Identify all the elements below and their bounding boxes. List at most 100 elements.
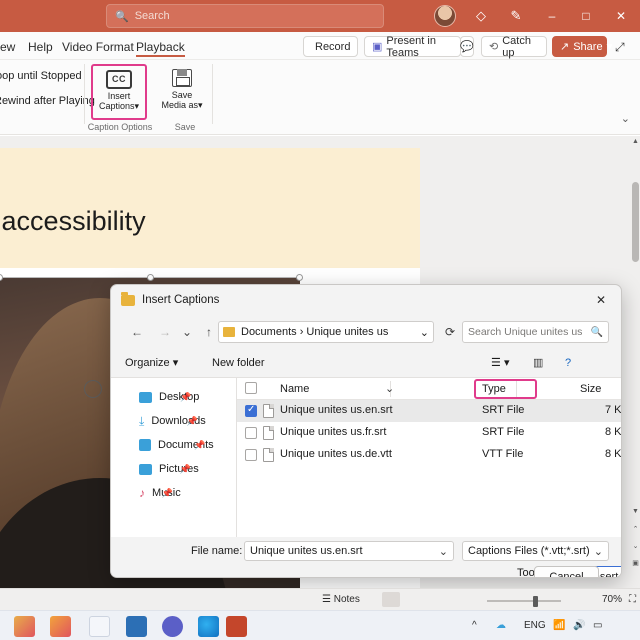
chat-icon[interactable] — [162, 616, 183, 637]
pin-icon[interactable]: 📌 — [162, 488, 173, 499]
present-in-teams-button[interactable]: ▣ Present in Teams — [364, 36, 461, 57]
organize-button[interactable]: Organize ▾ — [125, 354, 178, 372]
search-input[interactable]: 🔍 Search — [106, 4, 384, 28]
column-header-name[interactable]: Name — [280, 382, 309, 396]
file-name: Unique unites us.fr.srt — [280, 426, 386, 438]
normal-view-icon[interactable] — [382, 592, 400, 607]
insert-captions-label-1: Insert — [108, 91, 131, 101]
tab-playback[interactable]: Playback — [136, 37, 185, 57]
comments-button[interactable]: 💬 — [460, 36, 474, 57]
selection-handle[interactable] — [296, 274, 303, 281]
view-options-button[interactable]: ☰ ▾ — [491, 354, 509, 372]
cancel-button[interactable]: Cancel — [534, 566, 599, 578]
search-icon[interactable] — [89, 616, 110, 637]
back-icon[interactable]: ← — [125, 320, 149, 344]
chevron-down-icon[interactable]: ⌄ — [439, 545, 448, 558]
file-name: Unique unites us.en.srt — [280, 404, 393, 416]
slide-overview-button[interactable]: ▣ — [631, 558, 640, 570]
fit-slide-icon[interactable]: ⛶ — [629, 593, 636, 607]
address-bar[interactable]: Documents › Unique unites us ⌄ — [218, 321, 434, 343]
refresh-icon[interactable]: ⟳ — [439, 321, 461, 343]
maximize-button[interactable]: □ — [571, 0, 601, 32]
select-all-checkbox[interactable] — [245, 382, 257, 394]
battery-icon[interactable]: ▭ — [593, 620, 602, 631]
row-checkbox[interactable] — [245, 405, 257, 417]
powerpoint-icon[interactable] — [226, 616, 247, 637]
pin-icon[interactable]: 📌 — [180, 464, 191, 475]
file-name-input[interactable]: Unique unites us.en.srt ⌄ — [244, 541, 454, 561]
save-media-as-button[interactable]: Save Media as▾ — [155, 64, 209, 120]
sidebar-item-music[interactable]: ♪ Music 📌 — [139, 482, 181, 504]
new-folder-button[interactable]: New folder — [212, 354, 265, 372]
loop-until-stopped-checkbox[interactable]: oop until Stopped — [0, 70, 82, 82]
wifi-icon[interactable]: 📶 — [553, 620, 565, 631]
pen-icon[interactable]: ✎ — [508, 8, 524, 24]
chevron-down-icon[interactable]: ⌄ — [594, 545, 603, 558]
task-view-icon[interactable] — [126, 616, 147, 637]
tab-help[interactable]: Help — [28, 37, 53, 57]
slide-sorter-icon[interactable] — [410, 592, 428, 607]
tab-view[interactable]: ew — [0, 37, 15, 57]
pin-icon[interactable]: 📌 — [180, 392, 191, 403]
insert-captions-button[interactable]: CC Insert Captions▾ — [91, 64, 147, 120]
column-header-size[interactable]: Size — [580, 382, 601, 396]
avatar[interactable] — [434, 5, 456, 27]
table-row[interactable]: Unique unites us.de.vtt VTT File 8 KB — [237, 444, 622, 466]
shield-icon[interactable]: ◇ — [473, 8, 489, 24]
vertical-scrollbar[interactable]: ▲ ▼ ⌃ ⌄ ▣ — [631, 136, 640, 588]
pin-icon[interactable]: 📌 — [194, 440, 205, 451]
dialog-search-placeholder: Search Unique unites us — [468, 326, 582, 338]
tray-expand-chevron[interactable]: ^ — [472, 620, 477, 631]
zoom-slider-handle[interactable] — [533, 596, 538, 607]
table-row[interactable]: Unique unites us.en.srt SRT File 7 KB — [237, 400, 622, 422]
forward-icon[interactable]: → — [153, 320, 177, 344]
minimize-button[interactable]: – — [537, 0, 567, 32]
windows-start-icon[interactable] — [14, 616, 35, 637]
ribbon-display-icon[interactable]: ⤢ — [615, 37, 625, 57]
cloud-icon[interactable]: ☁ — [496, 620, 506, 631]
dialog-close-button[interactable]: ✕ — [581, 285, 621, 315]
tab-video-format[interactable]: Video Format — [62, 37, 134, 57]
music-icon: ♪ — [139, 486, 145, 500]
catch-up-button[interactable]: ⟲ Catch up — [481, 36, 547, 57]
next-slide-button[interactable]: ⌄ — [631, 541, 640, 553]
sidebar-item-desktop[interactable]: Desktop 📌 — [139, 386, 199, 408]
previous-slide-button[interactable]: ⌃ — [631, 524, 640, 536]
speaker-icon[interactable]: 🔊 — [573, 620, 585, 631]
sidebar-item-downloads[interactable]: ⤓ Downloads 📌 — [139, 410, 206, 432]
scroll-thumb[interactable] — [632, 182, 639, 262]
chevron-down-icon[interactable]: ⌄ — [420, 326, 429, 339]
close-button[interactable]: ✕ — [606, 0, 636, 32]
row-checkbox[interactable] — [245, 449, 257, 461]
recent-locations-icon[interactable]: ⌄ — [175, 320, 199, 344]
slide-title-text[interactable]: ing accessibility — [0, 206, 146, 237]
zoom-level[interactable]: 70% — [602, 593, 622, 607]
slideshow-icon[interactable] — [464, 592, 482, 607]
widgets-icon[interactable] — [50, 616, 71, 637]
table-row[interactable]: Unique unites us.fr.srt SRT File 8 KB — [237, 422, 622, 444]
scroll-down-button[interactable]: ▼ — [631, 506, 640, 518]
notes-button[interactable]: ☰ Notes — [322, 593, 360, 607]
language-indicator[interactable]: ENG — [524, 620, 546, 631]
chevron-down-icon[interactable]: ⌄ — [385, 382, 394, 396]
sidebar-item-pictures[interactable]: Pictures 📌 — [139, 458, 199, 480]
row-checkbox[interactable] — [245, 427, 257, 439]
chevron-down-icon[interactable]: ⌄ — [621, 112, 630, 125]
rewind-after-playing-checkbox[interactable]: Rewind after Playing — [0, 95, 95, 107]
edge-icon[interactable] — [198, 616, 219, 637]
record-button[interactable]: Record — [303, 36, 358, 57]
share-button[interactable]: ↗ Share ▾ — [552, 36, 607, 57]
zoom-slider[interactable] — [487, 600, 561, 602]
selection-handle[interactable] — [147, 274, 154, 281]
scroll-up-button[interactable]: ▲ — [631, 136, 640, 148]
file-list: Name Type Size ⌄ Unique unites us.en.srt… — [237, 378, 622, 538]
file-type-select[interactable]: Captions Files (*.vtt;*.srt) ⌄ — [462, 541, 609, 561]
pin-icon[interactable]: 📌 — [187, 416, 198, 427]
desktop-icon — [139, 392, 152, 403]
preview-pane-icon[interactable]: ▥ — [533, 354, 543, 372]
sidebar-item-documents[interactable]: Documents 📌 — [139, 434, 214, 456]
rotate-handle-icon[interactable] — [84, 380, 102, 398]
dialog-search-input[interactable]: Search Unique unites us 🔍 — [462, 321, 609, 343]
help-icon[interactable]: ? — [565, 354, 571, 372]
reading-view-icon[interactable] — [437, 592, 455, 607]
